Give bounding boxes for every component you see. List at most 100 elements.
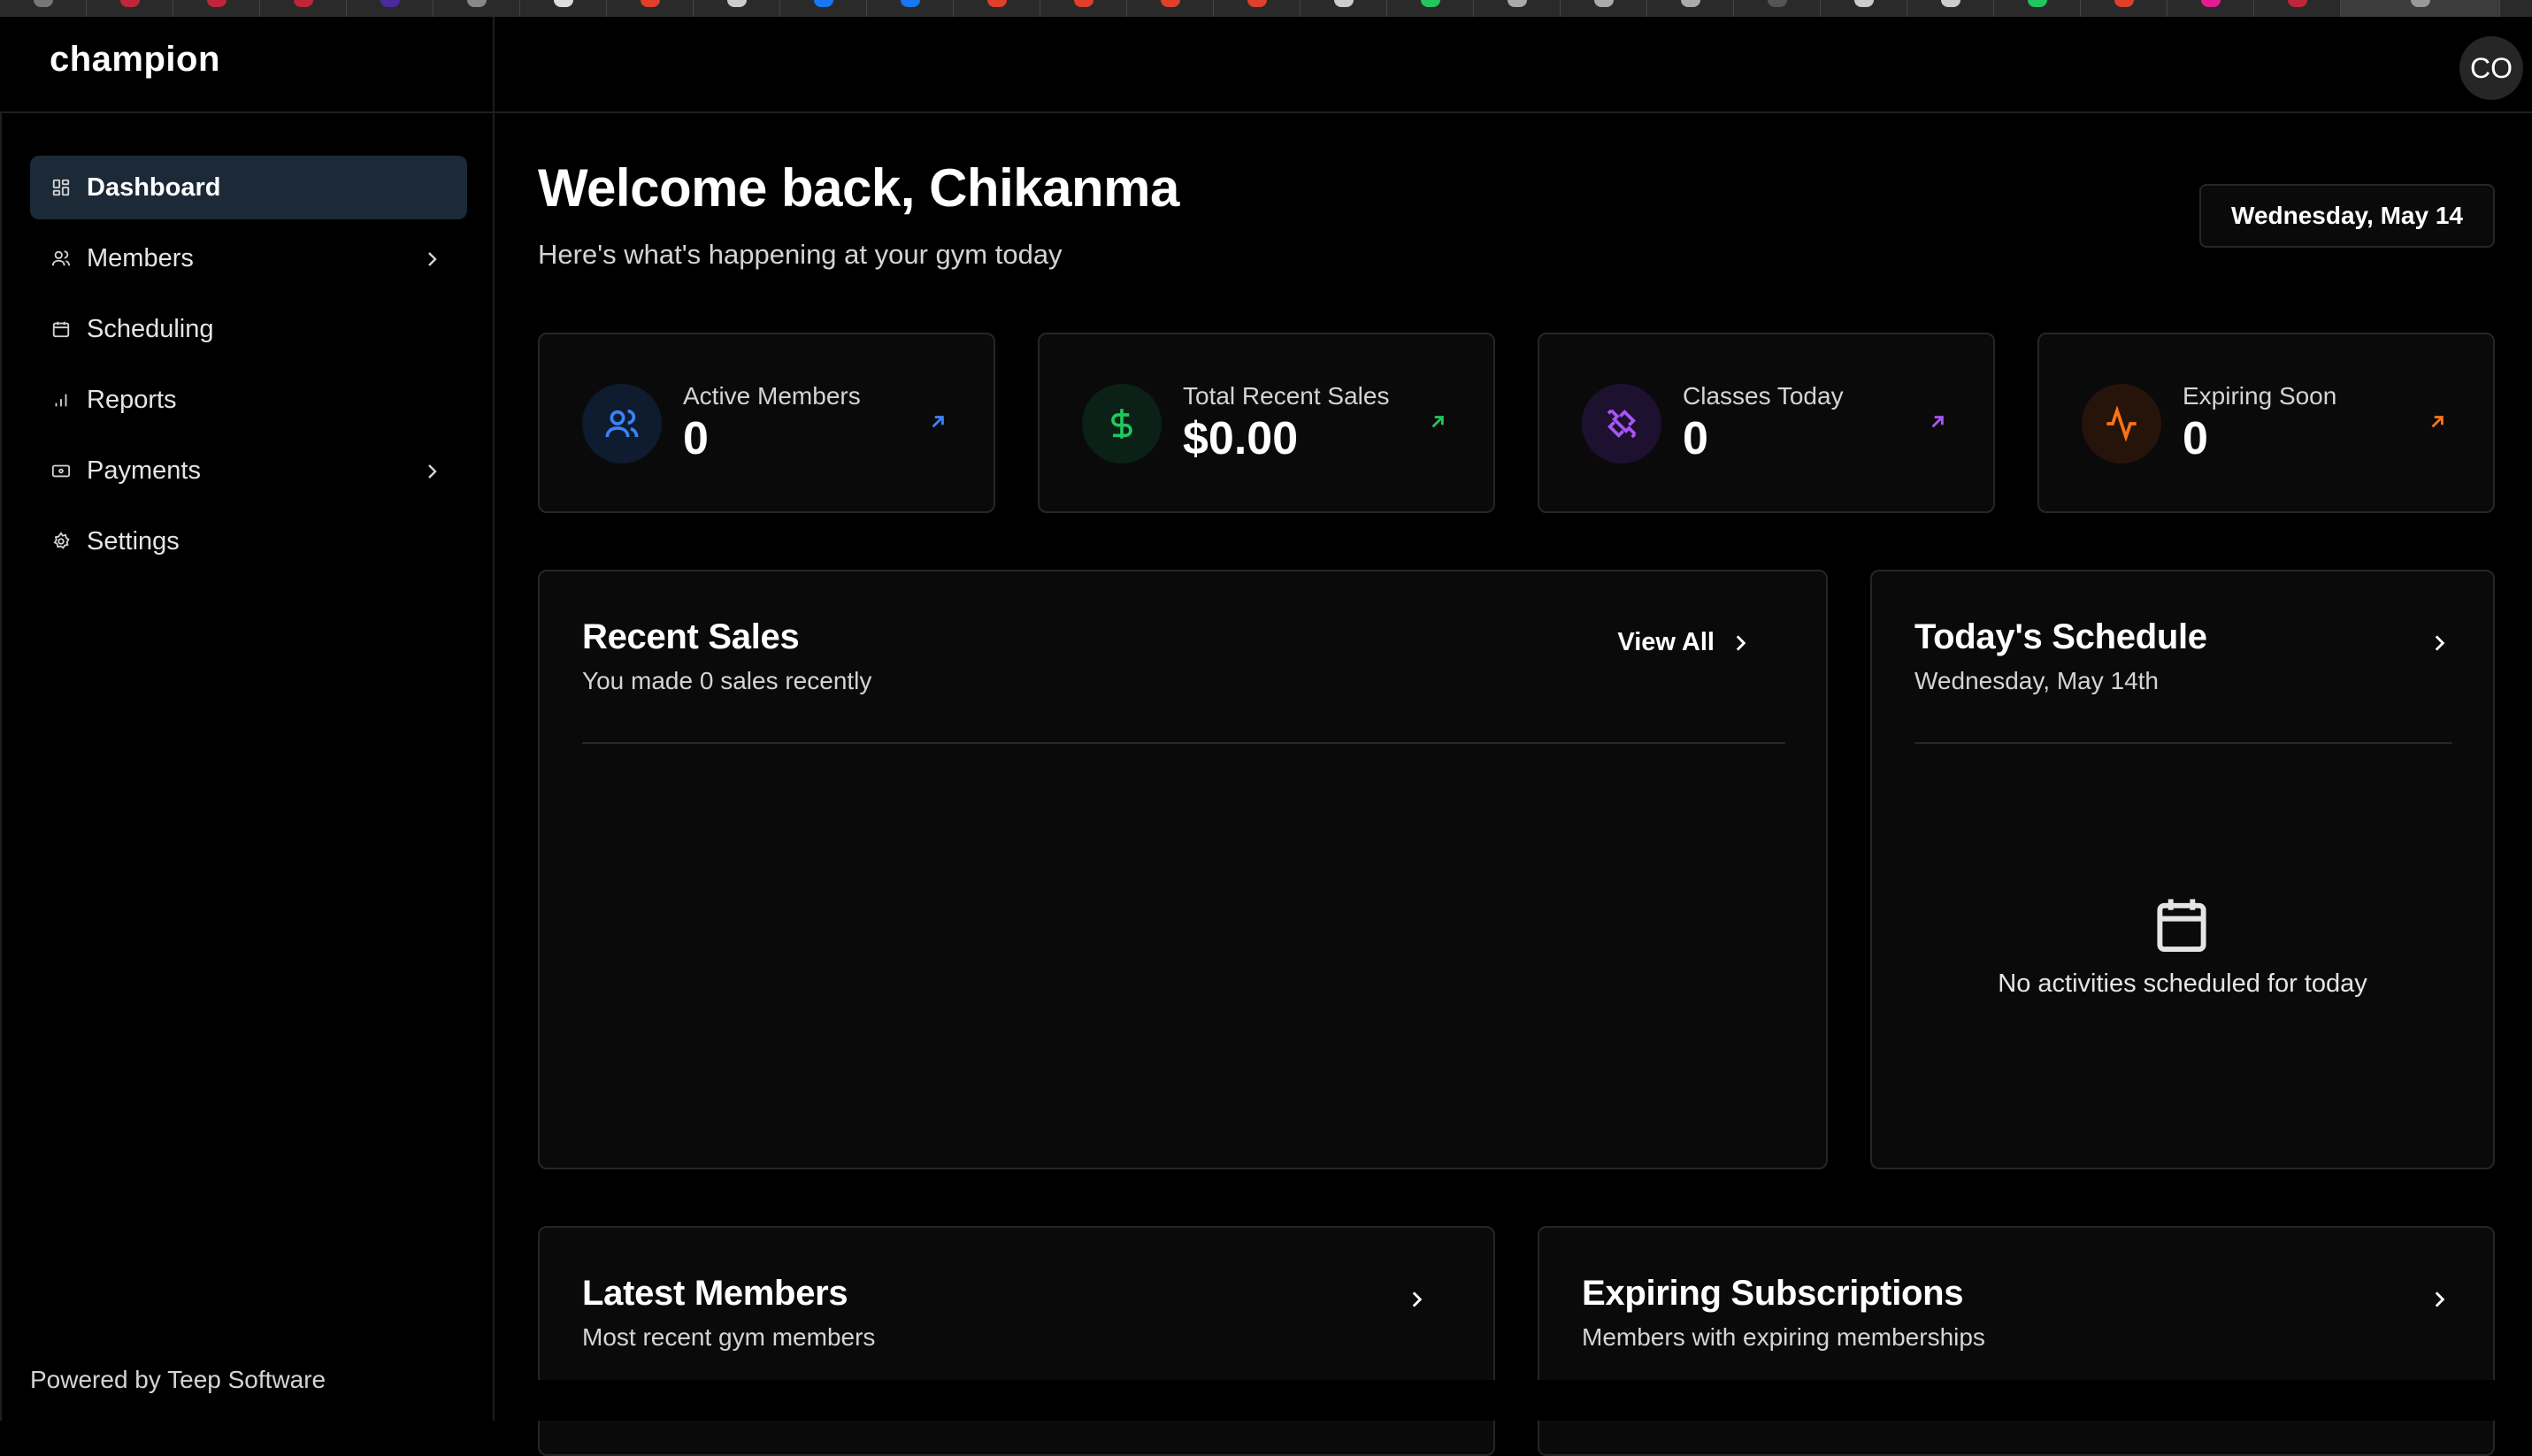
browser-tab[interactable] <box>520 0 607 17</box>
browser-tab[interactable] <box>260 0 347 17</box>
sidebar: Dashboard Members Scheduling Reports Pay… <box>0 113 495 1421</box>
stat-card-total-recent-sales[interactable]: Total Recent Sales $0.00 <box>1038 333 1495 513</box>
brand-logo[interactable]: champion <box>50 40 220 80</box>
sidebar-item-label: Reports <box>87 385 177 414</box>
panel-title: Expiring Subscriptions <box>1582 1274 1964 1313</box>
stat-value: 0 <box>1683 413 1708 464</box>
browser-tab[interactable] <box>1994 0 2081 17</box>
arrow-up-right-icon <box>2426 410 2449 433</box>
view-all-label: View All <box>1617 628 1715 656</box>
stat-label: Classes Today <box>1683 382 1844 410</box>
browser-tab[interactable] <box>1647 0 1734 17</box>
browser-tab[interactable] <box>1821 0 1907 17</box>
users-icon <box>51 249 71 268</box>
sidebar-item-label: Settings <box>87 526 180 556</box>
stat-value: 0 <box>683 413 709 464</box>
view-all-button[interactable]: View All <box>1617 628 1752 657</box>
sidebar-item-label: Payments <box>87 456 201 485</box>
browser-tab[interactable] <box>694 0 780 17</box>
chevron-right-icon[interactable] <box>2428 632 2451 655</box>
sidebar-item-payments[interactable]: Payments <box>30 439 467 502</box>
panel-subtitle: Most recent gym members <box>582 1323 876 1351</box>
sidebar-item-label: Members <box>87 243 194 272</box>
sidebar-item-members[interactable]: Members <box>30 226 467 290</box>
calendar-icon <box>51 319 71 339</box>
sidebar-item-scheduling[interactable]: Scheduling <box>30 297 467 361</box>
credit-card-icon <box>51 461 71 480</box>
users-icon <box>582 384 662 464</box>
chevron-right-icon[interactable] <box>2428 1288 2451 1311</box>
browser-tab-active[interactable] <box>2341 0 2500 17</box>
panel-title: Latest Members <box>582 1274 848 1313</box>
dollar-icon <box>1082 384 1162 464</box>
panel-subtitle: You made 0 sales recently <box>582 667 872 694</box>
chevron-right-icon[interactable] <box>421 248 442 269</box>
browser-tab[interactable] <box>1734 0 1821 17</box>
browser-tab-strip <box>0 0 2532 17</box>
stat-card-active-members[interactable]: Active Members 0 <box>538 333 995 513</box>
app-header: champion CO <box>0 17 2532 113</box>
sidebar-item-settings[interactable]: Settings <box>30 510 467 573</box>
browser-tab[interactable] <box>867 0 954 17</box>
calendar-icon <box>2155 897 2208 954</box>
stat-value: $0.00 <box>1183 413 1299 464</box>
chevron-right-icon[interactable] <box>1405 1288 1428 1311</box>
panel-title: Today's Schedule <box>1914 617 2207 656</box>
panel-divider <box>582 742 1785 744</box>
stat-card-classes-today[interactable]: Classes Today 0 <box>1538 333 1995 513</box>
browser-tab[interactable] <box>1387 0 1474 17</box>
chevron-right-icon[interactable] <box>421 460 442 481</box>
browser-tab[interactable] <box>173 0 260 17</box>
browser-tab[interactable] <box>1127 0 1214 17</box>
arrow-up-right-icon <box>1426 410 1449 433</box>
bar-chart-icon <box>51 390 71 410</box>
page-subtitle: Here's what's happening at your gym toda… <box>538 239 1063 270</box>
stat-label: Active Members <box>683 382 861 410</box>
browser-tab[interactable] <box>607 0 694 17</box>
todays-schedule-panel: Today's Schedule Wednesday, May 14th No … <box>1870 570 2495 1169</box>
browser-tab[interactable] <box>1907 0 1994 17</box>
date-button[interactable]: Wednesday, May 14 <box>2199 184 2495 248</box>
stat-card-expiring-soon[interactable]: Expiring Soon 0 <box>2037 333 2495 513</box>
browser-tab[interactable] <box>1301 0 1387 17</box>
arrow-up-right-icon <box>1926 410 1949 433</box>
browser-tab[interactable] <box>1474 0 1561 17</box>
browser-tab[interactable] <box>347 0 434 17</box>
browser-tab[interactable] <box>1040 0 1127 17</box>
browser-tab[interactable] <box>1561 0 1647 17</box>
latest-members-panel: Latest Members Most recent gym members <box>538 1226 1495 1456</box>
gear-icon <box>51 532 71 551</box>
header-divider <box>493 17 495 113</box>
powered-by-footer: Powered by Teep Software <box>30 1366 326 1393</box>
panel-subtitle: Wednesday, May 14th <box>1914 667 2160 694</box>
panel-title: Recent Sales <box>582 617 800 656</box>
browser-tab[interactable] <box>780 0 867 17</box>
bottom-edge <box>495 1380 2532 1421</box>
browser-tab[interactable] <box>2168 0 2254 17</box>
browser-tab[interactable] <box>1214 0 1301 17</box>
sidebar-item-reports[interactable]: Reports <box>30 368 467 432</box>
dumbbell-icon <box>1582 384 1661 464</box>
browser-tab[interactable] <box>2254 0 2341 17</box>
panel-subtitle: Members with expiring memberships <box>1582 1323 1985 1351</box>
stat-label: Expiring Soon <box>2183 382 2337 410</box>
page-title: Welcome back, Chikanma <box>538 158 1179 218</box>
stat-label: Total Recent Sales <box>1183 382 1390 410</box>
activity-icon <box>2082 384 2161 464</box>
stat-value: 0 <box>2183 413 2208 464</box>
empty-state-text: No activities scheduled for today <box>1998 969 2367 998</box>
browser-tab[interactable] <box>954 0 1040 17</box>
browser-tab[interactable] <box>434 0 520 17</box>
chevron-right-icon <box>1736 634 1746 651</box>
arrow-up-right-icon <box>926 410 949 433</box>
sidebar-item-dashboard[interactable]: Dashboard <box>30 156 467 219</box>
panel-divider <box>1914 742 2452 744</box>
user-avatar[interactable]: CO <box>2459 36 2523 100</box>
sidebar-item-label: Scheduling <box>87 314 214 343</box>
main-content: Welcome back, Chikanma Here's what's hap… <box>495 113 2532 1456</box>
browser-tab[interactable] <box>87 0 173 17</box>
dashboard-grid-icon <box>51 178 71 197</box>
recent-sales-panel: Recent Sales You made 0 sales recently V… <box>538 570 1828 1169</box>
browser-tab[interactable] <box>0 0 87 17</box>
browser-tab[interactable] <box>2081 0 2168 17</box>
